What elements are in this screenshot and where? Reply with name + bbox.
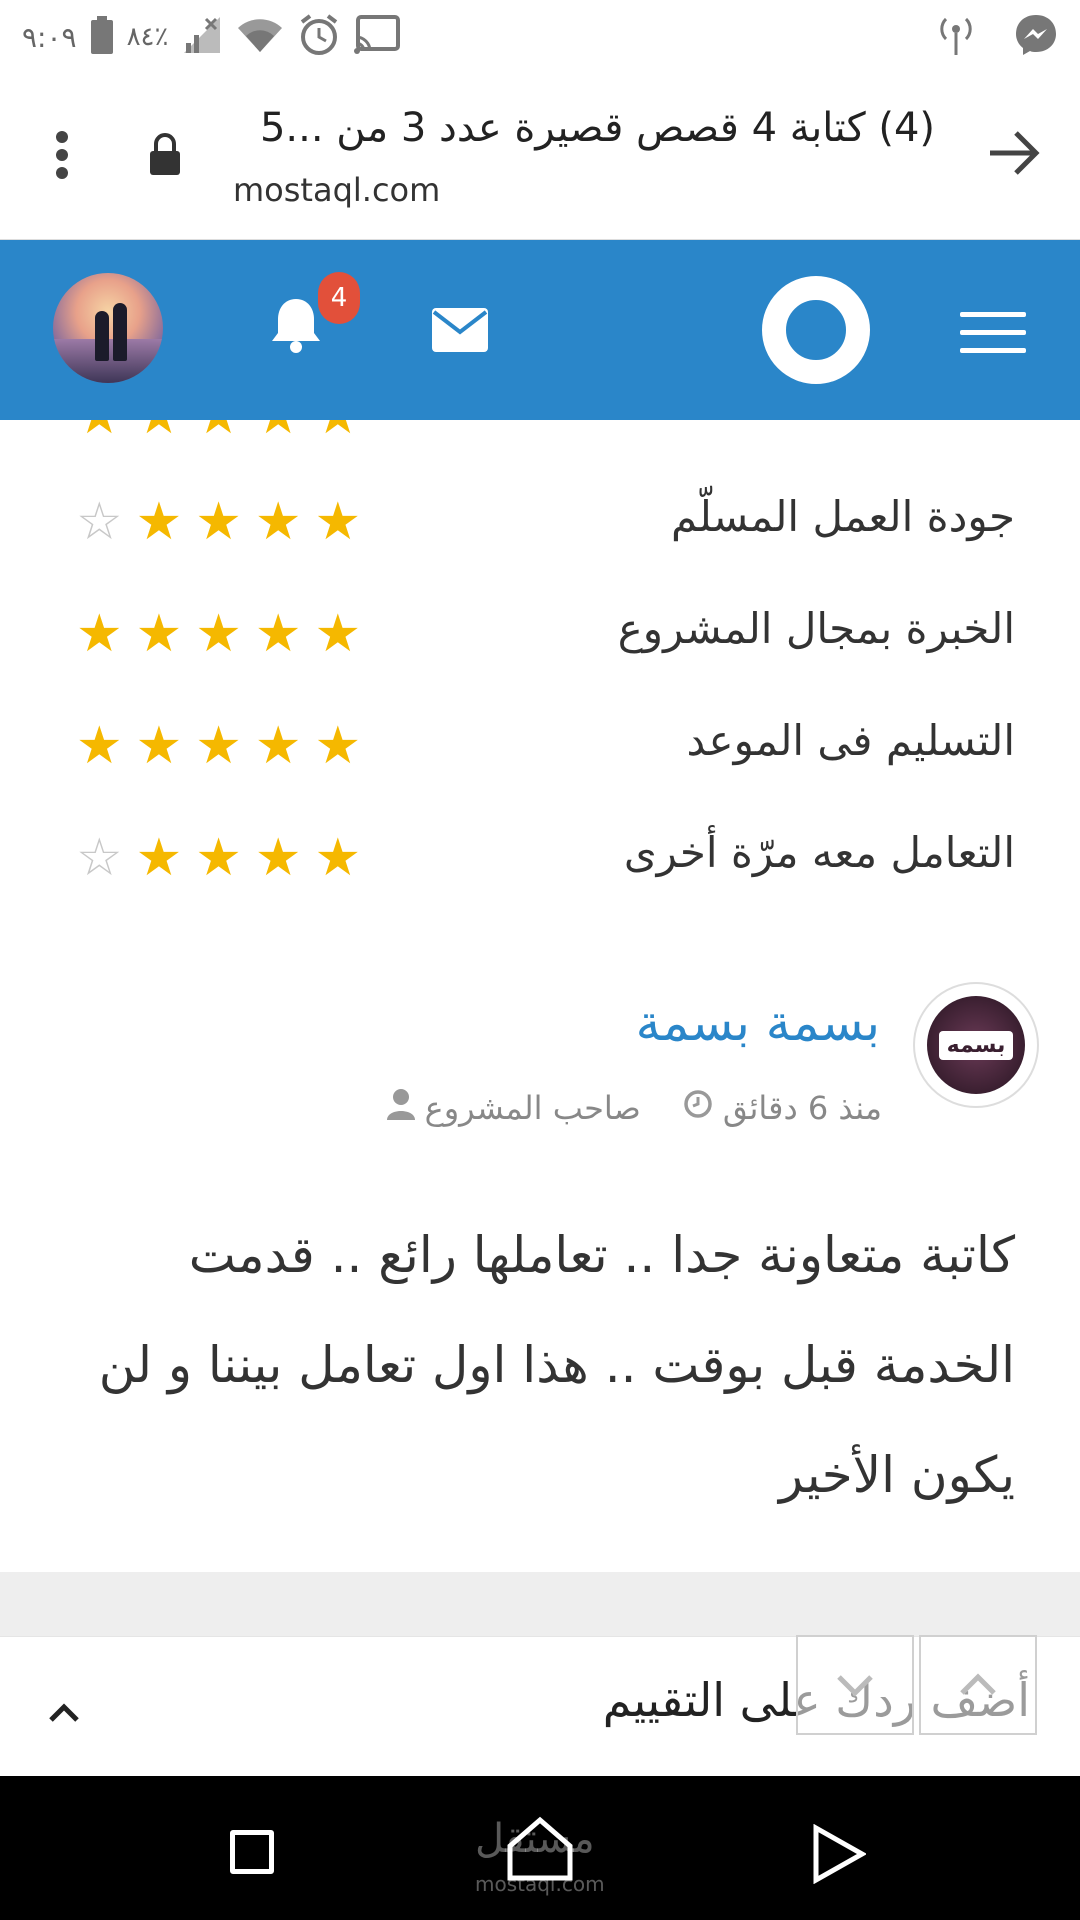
rating-label: التسليم فى الموعد bbox=[686, 716, 1015, 765]
notification-badge[interactable]: 4 bbox=[318, 272, 360, 324]
reviewer-name[interactable]: بسمة بسمة bbox=[636, 994, 880, 1052]
star-filled-icon: ★ bbox=[76, 716, 123, 776]
review-line: يكون الأخير bbox=[779, 1446, 1015, 1504]
star-empty-icon: ☆ bbox=[76, 492, 123, 552]
no-signal-icon bbox=[182, 15, 222, 59]
rating-label: جودة العمل المسلّم bbox=[671, 492, 1015, 541]
lock-icon[interactable] bbox=[148, 133, 182, 179]
review-meta: صاحب المشروع منذ 6 دقائق bbox=[386, 1088, 882, 1128]
home-button-icon[interactable] bbox=[505, 1816, 575, 1886]
hamburger-menu-icon[interactable] bbox=[960, 312, 1026, 366]
app-header: 4 bbox=[0, 240, 1080, 420]
reviewer-avatar-text: بسمه bbox=[938, 1030, 1014, 1060]
user-icon bbox=[386, 1088, 415, 1128]
star-rating: ☆ ★ ★ ★ ★ bbox=[76, 832, 361, 884]
star-filled-icon: ★ bbox=[314, 604, 362, 664]
status-bar: ٩:٠٩ ٨٤٪ bbox=[0, 0, 1080, 75]
star-filled-icon: ★ bbox=[195, 492, 242, 552]
star-filled-icon: ★ bbox=[254, 604, 302, 664]
star-filled-icon: ★ bbox=[314, 492, 362, 552]
mostaql-logo[interactable] bbox=[762, 276, 870, 384]
cast-icon bbox=[354, 15, 401, 59]
star-filled-icon: ★ bbox=[314, 828, 362, 888]
wifi-icon bbox=[236, 16, 284, 58]
recents-button[interactable] bbox=[230, 1830, 274, 1874]
star-filled-icon: ★ bbox=[195, 828, 242, 888]
reviewer-avatar[interactable]: بسمه bbox=[913, 982, 1039, 1108]
scroll-up-button[interactable] bbox=[919, 1635, 1037, 1735]
mail-icon[interactable] bbox=[432, 308, 488, 356]
overflow-menu-icon[interactable] bbox=[55, 130, 69, 184]
star-filled-icon: ★ bbox=[135, 716, 183, 776]
rating-label: التعامل معه مرّة أخرى bbox=[623, 828, 1015, 877]
battery-icon bbox=[90, 16, 113, 58]
rating-label: الخبرة بمجال المشروع bbox=[617, 604, 1015, 653]
star-filled-icon: ★ bbox=[135, 492, 183, 552]
star-filled-icon: ★ bbox=[314, 716, 362, 776]
review-line: الخدمة قبل بوقت .. هذا اول تعامل بيننا و… bbox=[98, 1336, 1015, 1394]
android-nav-bar: مستقل mostaql.com bbox=[0, 1776, 1080, 1920]
forward-arrow-icon[interactable] bbox=[988, 130, 1040, 180]
scroll-down-button[interactable] bbox=[796, 1635, 914, 1735]
star-filled-icon: ★ bbox=[254, 716, 302, 776]
user-avatar[interactable] bbox=[53, 273, 163, 383]
star-filled-icon: ★ bbox=[135, 604, 183, 664]
star-rating: ☆ ★ ★ ★ ★ bbox=[76, 496, 361, 548]
messenger-icon bbox=[1014, 13, 1058, 61]
rating-row-partial: ★★★★★ bbox=[0, 420, 1080, 440]
star-empty-icon: ☆ bbox=[76, 828, 123, 888]
rating-row: التسليم فى الموعد ★ ★ ★ ★ ★ bbox=[0, 702, 1080, 792]
hotspot-icon bbox=[938, 15, 974, 59]
page-title[interactable]: (4) كتابة 4 قصص قصيرة عدد 3 من ...5 bbox=[260, 105, 935, 151]
alarm-icon bbox=[298, 14, 340, 60]
section-divider bbox=[0, 1572, 1080, 1636]
browser-url-bar: (4) كتابة 4 قصص قصيرة عدد 3 من ...5 most… bbox=[0, 75, 1080, 240]
rating-row: التعامل معه مرّة أخرى ☆ ★ ★ ★ ★ bbox=[0, 814, 1080, 904]
star-filled-icon: ★ bbox=[195, 716, 242, 776]
review-line: كاتبة متعاونة جدا .. تعاملها رائع .. قدم… bbox=[188, 1226, 1015, 1284]
chevron-down-icon bbox=[837, 1675, 873, 1697]
clock-icon bbox=[683, 1089, 713, 1127]
star-filled-icon: ★ bbox=[195, 604, 242, 664]
chevron-up-icon bbox=[960, 1673, 996, 1695]
rating-row: الخبرة بمجال المشروع ★ ★ ★ ★ ★ bbox=[0, 590, 1080, 680]
star-filled-icon: ★ bbox=[254, 492, 302, 552]
reviewer-role: صاحب المشروع bbox=[424, 1089, 641, 1127]
battery-percent: ٨٤٪ bbox=[126, 22, 169, 52]
star-filled-icon: ★ bbox=[135, 828, 183, 888]
review-time: منذ 6 دقائق bbox=[722, 1089, 882, 1127]
page-domain[interactable]: mostaql.com bbox=[233, 171, 440, 209]
status-time: ٩:٠٩ bbox=[22, 20, 77, 54]
chevron-up-icon[interactable] bbox=[48, 1687, 80, 1733]
star-filled-icon: ★ bbox=[76, 604, 123, 664]
reply-bar[interactable]: أضف ردك على التقييم bbox=[0, 1636, 1080, 1776]
play-back-icon[interactable] bbox=[812, 1823, 868, 1888]
star-rating: ★ ★ ★ ★ ★ bbox=[76, 608, 361, 660]
review-body: كاتبة متعاونة جدا .. تعاملها رائع .. قدم… bbox=[55, 1200, 1015, 1530]
bell-icon[interactable] bbox=[270, 295, 322, 357]
star-filled-icon: ★ bbox=[254, 828, 302, 888]
rating-row: جودة العمل المسلّم ☆ ★ ★ ★ ★ bbox=[0, 478, 1080, 568]
star-rating: ★ ★ ★ ★ ★ bbox=[76, 720, 361, 772]
